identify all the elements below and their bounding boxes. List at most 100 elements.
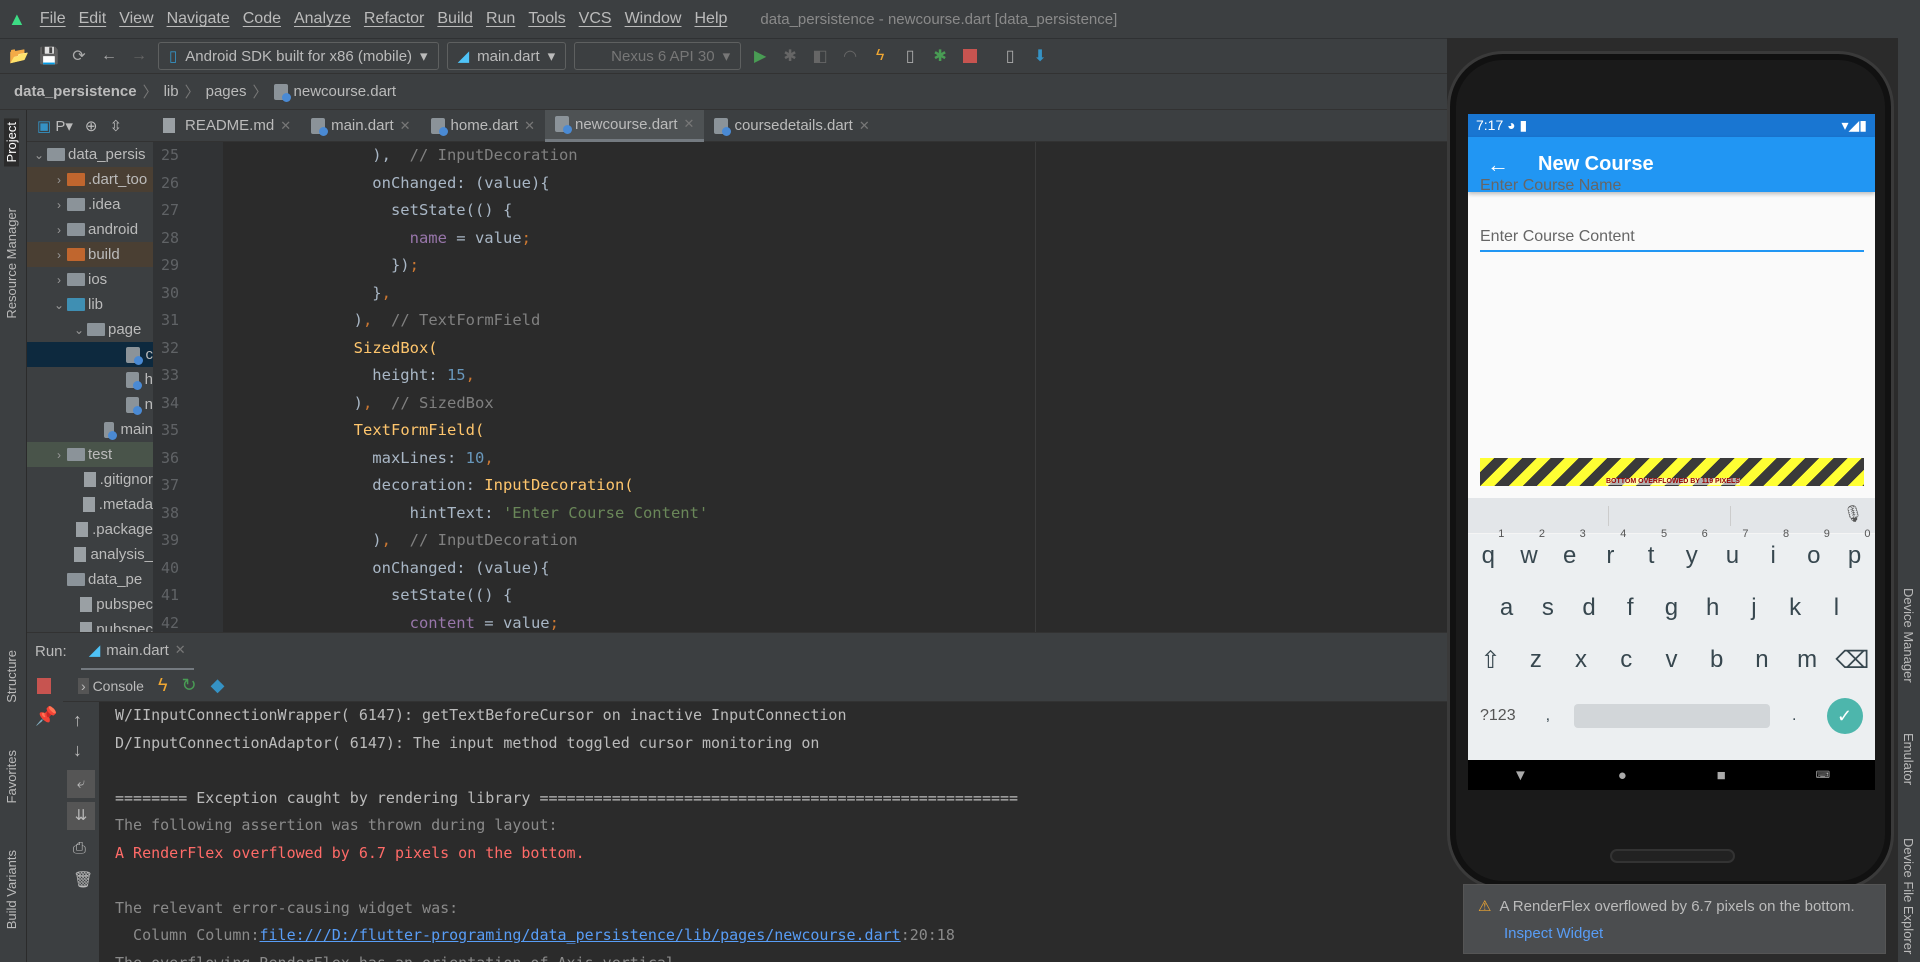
key-t[interactable]: t5 (1633, 528, 1669, 570)
comma-key[interactable]: , (1546, 707, 1550, 725)
chevron-icon[interactable]: › (51, 273, 67, 287)
key-j[interactable]: j (1736, 594, 1772, 622)
key-i[interactable]: i8 (1755, 528, 1791, 570)
console-output[interactable]: W/IInputConnectionWrapper( 6147): getTex… (99, 702, 1447, 962)
menu-run[interactable]: Run (486, 10, 515, 28)
key-l[interactable]: l (1818, 594, 1854, 622)
chevron-icon[interactable]: ⌄ (31, 148, 47, 162)
stop-icon[interactable] (959, 45, 981, 67)
chevron-icon[interactable]: › (51, 198, 67, 212)
hot-restart-icon[interactable]: ▯ (899, 45, 921, 67)
device-selector[interactable]: ▯ Android SDK built for x86 (mobile) ▾ (158, 42, 439, 70)
tree-item[interactable]: › ios (27, 267, 153, 292)
key-y[interactable]: y6 (1674, 528, 1710, 570)
tree-item[interactable]: .package (27, 517, 153, 542)
keyboard-switch-icon[interactable]: ⌨ (1816, 770, 1830, 781)
tab-home-dart[interactable]: home.dart ✕ (421, 110, 545, 142)
menu-build[interactable]: Build (437, 10, 473, 28)
nav-recents-icon[interactable]: ■ (1717, 767, 1726, 784)
project-tool-button[interactable]: Project (4, 118, 19, 167)
coverage-icon[interactable]: ◧ (809, 45, 831, 67)
tree-item[interactable]: h (27, 367, 153, 392)
key-k[interactable]: k (1777, 594, 1813, 622)
dart-devtools-icon[interactable]: ◆ (211, 675, 225, 696)
device-file-explorer-tool-button[interactable]: Device File Explorer (1901, 838, 1916, 954)
chevron-icon[interactable]: ⌄ (71, 323, 87, 337)
breadcrumb-project[interactable]: data_persistence (14, 83, 137, 100)
tree-item[interactable]: .metada (27, 492, 153, 517)
locate-icon[interactable]: ⊕ (85, 117, 98, 135)
down-arrow-icon[interactable]: ↓ (73, 740, 82, 761)
chevron-icon[interactable]: ⌄ (51, 298, 67, 312)
trash-icon[interactable]: 🗑 (73, 870, 93, 890)
nav-home-icon[interactable]: ● (1618, 767, 1627, 784)
tree-item[interactable]: main (27, 417, 153, 442)
period-key[interactable]: . (1792, 707, 1796, 725)
tree-item[interactable]: › .idea (27, 192, 153, 217)
key-a[interactable]: a (1489, 594, 1525, 622)
avd-selector[interactable]: Nexus 6 API 30 ▾ (574, 42, 742, 70)
chevron-icon[interactable]: › (51, 223, 67, 237)
key-c[interactable]: c (1608, 646, 1644, 675)
open-folder-icon[interactable]: 📂 (8, 45, 30, 67)
close-icon[interactable]: ✕ (524, 118, 535, 134)
tree-item[interactable]: n (27, 392, 153, 417)
back-icon[interactable]: ← (98, 45, 120, 67)
key-w[interactable]: w2 (1511, 528, 1547, 570)
menu-code[interactable]: Code (243, 10, 281, 28)
backspace-key[interactable]: ⌫ (1834, 646, 1870, 675)
breadcrumb-lib[interactable]: lib (164, 83, 179, 100)
tree-item[interactable]: › android (27, 217, 153, 242)
attach-debugger-icon[interactable]: ✱ (929, 45, 951, 67)
menu-refactor[interactable]: Refactor (364, 10, 424, 28)
build-variants-tool-button[interactable]: Build Variants (4, 850, 19, 929)
hot-reload-icon[interactable]: ϟ (869, 45, 891, 67)
key-z[interactable]: z (1518, 646, 1554, 675)
breadcrumb-pages[interactable]: pages (206, 83, 247, 100)
menu-help[interactable]: Help (694, 10, 727, 28)
hot-restart-icon[interactable]: ↻ (181, 675, 196, 696)
key-o[interactable]: o9 (1796, 528, 1832, 570)
key-u[interactable]: u7 (1714, 528, 1750, 570)
key-b[interactable]: b (1699, 646, 1735, 675)
breadcrumb-file[interactable]: newcourse.dart (294, 83, 397, 100)
space-bar[interactable] (1574, 704, 1771, 728)
key-d[interactable]: d (1571, 594, 1607, 622)
key-r[interactable]: r4 (1592, 528, 1628, 570)
soft-wrap-icon[interactable]: ⤶ (67, 770, 95, 798)
emulator-screen[interactable]: 7:17 ◕ ▮ ▾◢▮ ← New Course Enter Course N… (1468, 114, 1875, 790)
profile-icon[interactable]: ◠ (839, 45, 861, 67)
key-v[interactable]: v (1653, 646, 1689, 675)
device-manager-tool-button[interactable]: Device Manager (1901, 588, 1916, 683)
microphone-icon[interactable]: 🎙 (1843, 504, 1863, 524)
emulator-tool-button[interactable]: Emulator (1901, 733, 1916, 785)
resource-manager-tool-button[interactable]: Resource Manager (4, 208, 19, 319)
key-f[interactable]: f (1612, 594, 1648, 622)
menu-view[interactable]: View (119, 10, 153, 28)
chevron-icon[interactable]: › (51, 448, 67, 462)
menu-navigate[interactable]: Navigate (167, 10, 230, 28)
tree-item[interactable]: pubspec (27, 592, 153, 617)
key-p[interactable]: p0 (1837, 528, 1873, 570)
sync-icon[interactable]: ⟳ (68, 45, 90, 67)
pin-icon[interactable]: 📌 (35, 706, 57, 727)
tab-newcourse-dart[interactable]: newcourse.dart ✕ (544, 109, 705, 142)
tree-item[interactable]: ⌄ data_persis (27, 142, 153, 167)
tab-main-dart[interactable]: main.dart ✕ (301, 110, 420, 142)
code-editor[interactable]: ), // InputDecoration onChanged: (value)… (223, 142, 1035, 632)
hot-reload-icon[interactable]: ϟ (158, 675, 168, 696)
menu-vcs[interactable]: VCS (579, 10, 612, 28)
tree-item[interactable]: pubspec (27, 617, 153, 632)
chevron-icon[interactable]: › (51, 248, 67, 262)
key-g[interactable]: g (1653, 594, 1689, 622)
collapse-icon[interactable]: ⇳ (109, 117, 122, 135)
run-icon[interactable]: ▶ (749, 45, 771, 67)
inspect-widget-link[interactable]: Inspect Widget (1504, 925, 1885, 942)
course-content-input[interactable]: Enter Course Content (1480, 228, 1864, 428)
tree-item[interactable]: analysis_ (27, 542, 153, 567)
back-arrow-icon[interactable]: ← (1468, 152, 1528, 178)
chevron-icon[interactable]: › (51, 173, 67, 187)
tab-README-md[interactable]: README.md ✕ (153, 110, 301, 142)
symbols-key[interactable]: ?123 (1480, 707, 1516, 725)
key-n[interactable]: n (1744, 646, 1780, 675)
